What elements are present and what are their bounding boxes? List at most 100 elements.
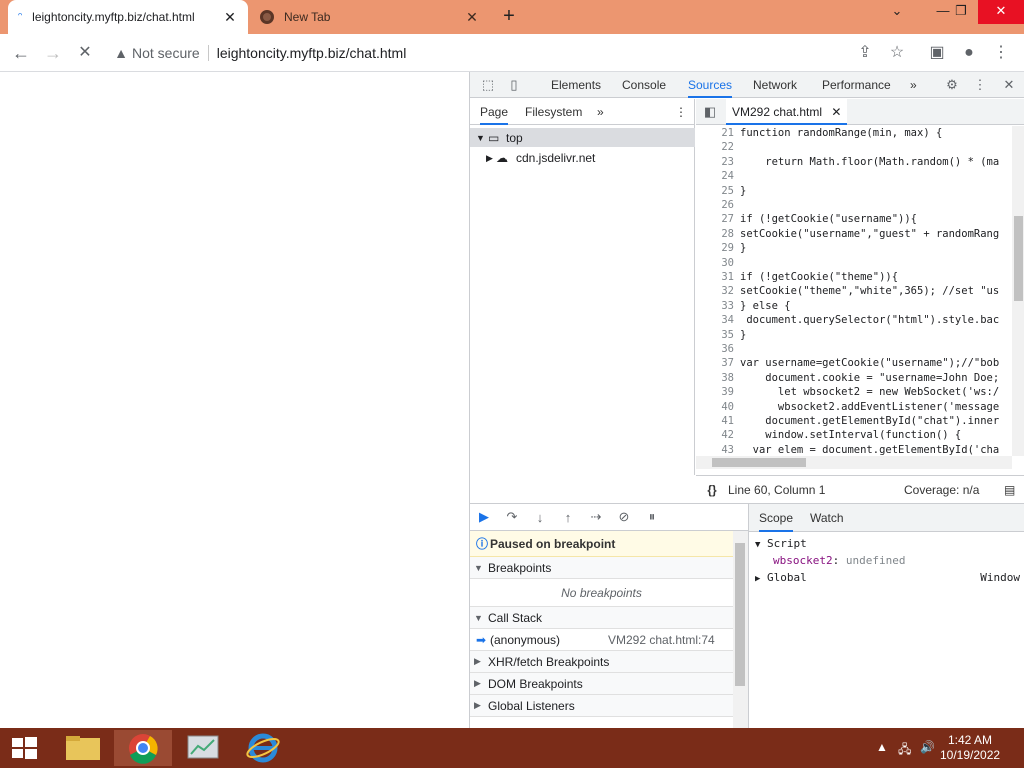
line-number[interactable]: 27 xyxy=(696,213,734,225)
line-number[interactable]: 33 xyxy=(696,300,734,312)
line-number[interactable]: 21 xyxy=(696,127,734,139)
pause-exceptions-icon[interactable]: ⏸ xyxy=(638,509,666,525)
new-tab-button[interactable]: + xyxy=(498,6,520,28)
menu-kebab-icon[interactable]: ⋮ xyxy=(990,42,1012,64)
code-line[interactable]: let wbsocket2 = new WebSocket('ws:/ xyxy=(740,386,999,398)
line-number[interactable]: 36 xyxy=(696,343,734,355)
line-number[interactable]: 35 xyxy=(696,329,734,341)
tab-new-tab[interactable]: New Tab ✕ xyxy=(250,0,490,34)
more-nav-tabs-icon[interactable]: » xyxy=(597,99,604,125)
vertical-scrollbar[interactable] xyxy=(1012,126,1024,456)
line-number[interactable]: 28 xyxy=(696,228,734,240)
scroll-thumb[interactable] xyxy=(712,458,806,467)
tab-watch[interactable]: Watch xyxy=(810,504,844,532)
code-area[interactable]: 21 function randomRange(min, max) {22 23 r… xyxy=(696,126,1012,456)
code-line[interactable]: if (!getCookie("theme")){ xyxy=(740,271,898,283)
code-line[interactable]: document.querySelector("html").style.bac xyxy=(740,314,999,326)
devtools-menu-icon[interactable]: ⋮ xyxy=(970,75,990,95)
tab-filesystem[interactable]: Filesystem xyxy=(525,99,582,125)
profile-avatar-icon[interactable]: ● xyxy=(958,42,980,64)
tab-scope[interactable]: Scope xyxy=(759,504,794,532)
code-line[interactable]: } xyxy=(740,185,746,197)
section-xhr-breakpoints[interactable]: ▶ XHR/fetch Breakpoints xyxy=(470,651,733,673)
code-line[interactable]: } else { xyxy=(740,300,791,312)
close-file-icon[interactable]: ✕ xyxy=(831,105,841,119)
tab-search-icon[interactable]: ⌄ xyxy=(880,0,914,24)
close-devtools-icon[interactable]: ✕ xyxy=(999,75,1019,95)
show-hidden-icons[interactable]: ▲ xyxy=(876,740,888,754)
line-number[interactable]: 31 xyxy=(696,271,734,283)
section-breakpoints[interactable]: ▼ Breakpoints xyxy=(470,557,733,579)
code-line[interactable]: document.cookie = "username=John Doe; xyxy=(740,372,999,384)
horizontal-scrollbar[interactable] xyxy=(696,456,1012,469)
step-icon[interactable]: ⇢ xyxy=(582,509,610,525)
step-out-icon[interactable]: ↑ xyxy=(554,510,582,525)
tab-performance[interactable]: Performance xyxy=(822,72,891,98)
code-line[interactable]: setCookie("theme","white",365); //set "u… xyxy=(740,285,999,297)
code-line[interactable]: var username=getCookie("username");//"bo… xyxy=(740,357,999,369)
step-into-icon[interactable]: ↓ xyxy=(526,510,554,525)
settings-gear-icon[interactable]: ⚙ xyxy=(942,75,962,95)
more-tabs-icon[interactable]: » xyxy=(910,72,917,98)
line-number[interactable]: 42 xyxy=(696,429,734,441)
file-explorer-button[interactable] xyxy=(54,730,112,766)
call-frame[interactable]: ➡ (anonymous) VM292 chat.html:74 xyxy=(470,629,733,651)
side-panel-icon[interactable]: ▣ xyxy=(926,42,948,64)
section-global-listeners[interactable]: ▶ Global Listeners xyxy=(470,695,733,717)
scope-global[interactable]: ▶ Global Window xyxy=(755,571,1020,584)
line-number[interactable]: 26 xyxy=(696,199,734,211)
deactivate-breakpoints-icon[interactable]: ⊘ xyxy=(610,509,638,525)
tab-sources[interactable]: Sources xyxy=(688,72,733,98)
close-tab-icon[interactable]: ✕ xyxy=(464,9,480,26)
bookmark-star-icon[interactable]: ☆ xyxy=(886,42,908,64)
line-number[interactable]: 37 xyxy=(696,357,734,369)
section-call-stack[interactable]: ▼ Call Stack xyxy=(470,607,733,629)
inspect-element-icon[interactable]: ⬚ xyxy=(478,75,498,95)
toggle-navigator-icon[interactable]: ◧ xyxy=(700,102,720,122)
line-number[interactable]: 29 xyxy=(696,242,734,254)
security-label[interactable]: Not secure xyxy=(132,45,209,61)
editor-file-tab[interactable]: VM292 chat.html ✕ xyxy=(726,99,848,125)
code-line[interactable]: window.setInterval(function() { xyxy=(740,429,961,441)
code-line[interactable]: if (!getCookie("username")){ xyxy=(740,213,917,225)
code-line[interactable]: } xyxy=(740,242,746,254)
section-dom-breakpoints[interactable]: ▶ DOM Breakpoints xyxy=(470,673,733,695)
scope-script[interactable]: ▼ Script xyxy=(755,537,807,550)
scroll-thumb[interactable] xyxy=(735,543,745,686)
close-tab-icon[interactable]: ✕ xyxy=(222,9,238,26)
address-bar[interactable]: ▲ Not secure leightoncity.myftp.biz/chat… xyxy=(110,39,920,67)
code-line[interactable]: wbsocket2.addEventListener('message xyxy=(740,401,999,413)
share-icon[interactable]: ⇪ xyxy=(854,42,876,64)
pretty-print-button[interactable]: {} xyxy=(696,483,728,497)
ie-taskbar-button[interactable] xyxy=(234,730,292,766)
line-number[interactable]: 22 xyxy=(696,141,734,153)
step-over-icon[interactable]: ↷ xyxy=(498,509,526,525)
url-text[interactable]: leightoncity.myftp.biz/chat.html xyxy=(217,45,407,61)
line-number[interactable]: 34 xyxy=(696,314,734,326)
coverage-icon[interactable]: ▤ xyxy=(1004,483,1015,497)
app-taskbar-button[interactable] xyxy=(174,730,232,766)
nav-menu-icon[interactable]: ⋮ xyxy=(675,99,687,125)
scroll-thumb[interactable] xyxy=(1014,216,1023,301)
code-line[interactable]: function randomRange(min, max) { xyxy=(740,127,942,139)
tree-item-cdn[interactable]: ▶ ☁ cdn.jsdelivr.net xyxy=(486,149,595,167)
tab-page[interactable]: Page xyxy=(480,99,509,125)
frame-location[interactable]: VM292 chat.html:74 xyxy=(608,633,715,647)
line-number[interactable]: 24 xyxy=(696,170,734,182)
chrome-taskbar-button[interactable] xyxy=(114,730,172,766)
sidebar-scrollbar[interactable] xyxy=(733,531,748,728)
line-number[interactable]: 32 xyxy=(696,285,734,297)
device-toolbar-icon[interactable]: ▯ xyxy=(504,75,524,95)
line-number[interactable]: 23 xyxy=(696,156,734,168)
line-number[interactable]: 38 xyxy=(696,372,734,384)
line-number[interactable]: 39 xyxy=(696,386,734,398)
line-number[interactable]: 25 xyxy=(696,185,734,197)
line-number[interactable]: 40 xyxy=(696,401,734,413)
volume-icon[interactable]: 🔊 xyxy=(920,740,935,754)
start-button[interactable] xyxy=(0,730,48,766)
line-number[interactable]: 41 xyxy=(696,415,734,427)
line-number[interactable]: 43 xyxy=(696,444,734,456)
tab-chat[interactable]: ᵔ leightoncity.myftp.biz/chat.html ✕ xyxy=(8,0,248,34)
window-close-button[interactable]: ✕ xyxy=(978,0,1024,24)
forward-icon[interactable]: → xyxy=(42,42,64,64)
